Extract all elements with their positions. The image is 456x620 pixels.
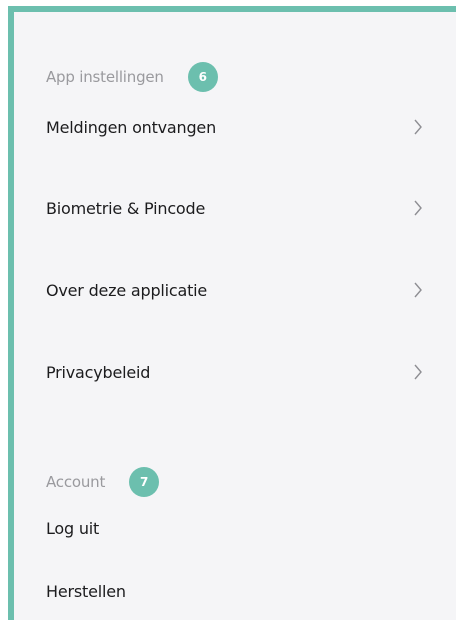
- settings-item-biometrics[interactable]: Biometrie & Pincode: [46, 188, 426, 228]
- logout-button[interactable]: Log uit: [46, 508, 426, 548]
- settings-item-label: Herstellen: [46, 581, 126, 601]
- chevron-right-icon: [410, 362, 426, 382]
- settings-item-label: Biometrie & Pincode: [46, 198, 206, 218]
- section-header-app-settings: App instellingen 6: [46, 62, 218, 92]
- step-badge: 7: [129, 467, 160, 497]
- step-badge: 6: [187, 62, 218, 92]
- settings-item-label: Log uit: [46, 518, 100, 538]
- settings-item-notifications[interactable]: Meldingen ontvangen: [46, 107, 426, 147]
- section-label: App instellingen: [46, 68, 164, 86]
- settings-panel: App instellingen 6 Meldingen ontvangen B…: [8, 6, 456, 620]
- settings-item-label: Over deze applicatie: [46, 280, 208, 300]
- settings-item-privacy[interactable]: Privacybeleid: [46, 352, 426, 392]
- settings-item-about[interactable]: Over deze applicatie: [46, 270, 426, 310]
- restore-button[interactable]: Herstellen: [46, 571, 426, 611]
- settings-item-label: Privacybeleid: [46, 362, 151, 382]
- chevron-right-icon: [410, 198, 426, 218]
- chevron-right-icon: [410, 280, 426, 300]
- chevron-right-icon: [410, 117, 426, 137]
- section-header-account: Account 7: [46, 467, 160, 497]
- section-label: Account: [46, 473, 106, 491]
- settings-item-label: Meldingen ontvangen: [46, 117, 217, 137]
